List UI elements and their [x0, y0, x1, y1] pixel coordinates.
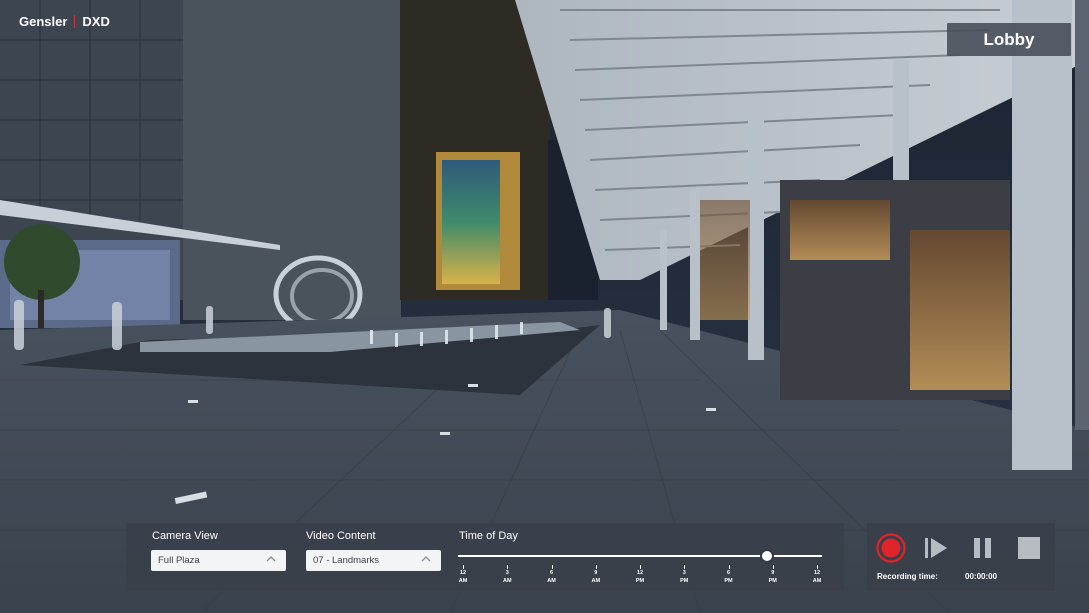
play-icon-bar	[925, 538, 928, 558]
video-content-dropdown[interactable]: 07 - Landmarks	[306, 550, 441, 571]
time-tick-mark	[507, 565, 509, 569]
time-tick-period: AM	[547, 577, 556, 584]
time-tick-label: 3 AM	[495, 570, 519, 585]
time-tick-label: 6 AM	[540, 570, 564, 585]
pause-icon	[985, 538, 991, 558]
time-tick-label: 3 PM	[672, 570, 696, 585]
time-tick-hour: 6	[726, 570, 731, 576]
brand-company: Gensler	[19, 14, 68, 29]
play-button[interactable]	[924, 536, 948, 560]
time-tick-hour: 12	[459, 570, 467, 576]
pause-icon-left	[974, 538, 980, 558]
plaza-3d-viewport[interactable]	[0, 0, 1089, 613]
time-tick-mark	[684, 565, 686, 569]
time-tick-mark	[817, 565, 818, 569]
time-tick-period: PM	[635, 577, 645, 584]
stop-button[interactable]	[1017, 536, 1041, 560]
time-tick-mark	[463, 565, 464, 569]
time-tick-mark	[551, 565, 553, 569]
time-tick-mark	[595, 565, 597, 569]
time-tick-mark	[728, 565, 730, 569]
time-tick-period: AM	[502, 577, 512, 584]
time-of-day-label: Time of Day	[459, 530, 518, 542]
recording-time-label: Recording time:	[877, 572, 938, 581]
time-tick-hour: 12	[813, 570, 821, 576]
stop-icon	[1018, 537, 1040, 559]
camera-view-dropdown[interactable]: Full Plaza	[151, 550, 286, 571]
play-icon	[931, 538, 947, 558]
time-tick-label: 12 AM	[805, 570, 829, 585]
recording-time-value: 00:00:00	[965, 572, 998, 581]
video-content-value: 07 - Landmarks	[313, 555, 380, 566]
brand-separator	[74, 15, 76, 28]
time-tick-period: PM	[768, 577, 777, 584]
time-of-day-slider-thumb[interactable]	[760, 549, 775, 563]
control-panel: Camera View Full Plaza Video Content 07 …	[126, 523, 844, 591]
pause-button[interactable]	[972, 536, 994, 560]
brand-logo: Gensler DXD	[19, 14, 110, 29]
time-tick-period: AM	[458, 577, 468, 584]
recorder-panel: Recording time: 00:00:00	[867, 523, 1055, 591]
chevron-up-icon	[421, 556, 431, 562]
time-tick-period: AM	[591, 577, 601, 584]
time-tick-period: PM	[680, 577, 689, 584]
time-tick-mark	[772, 565, 774, 569]
location-label: Lobby	[947, 23, 1071, 56]
record-button[interactable]	[876, 533, 906, 563]
time-tick-period: PM	[724, 577, 733, 584]
camera-view-value: Full Plaza	[158, 555, 200, 566]
time-tick-hour: 3	[505, 570, 509, 576]
time-tick-label: 9 AM	[584, 570, 608, 585]
time-tick-hour: 9	[594, 570, 598, 576]
time-tick-hour: 6	[549, 570, 554, 576]
time-tick-hour: 9	[771, 570, 775, 576]
time-tick-hour: 3	[682, 570, 686, 576]
record-icon	[881, 538, 901, 558]
camera-view-label: Camera View	[152, 530, 218, 542]
chevron-up-icon	[266, 556, 276, 562]
time-tick-period: AM	[812, 577, 822, 584]
time-tick-hour: 12	[636, 570, 644, 576]
time-tick-label: 9 PM	[761, 570, 785, 585]
brand-division: DXD	[82, 14, 110, 29]
time-tick-label: 12 PM	[628, 570, 652, 585]
time-tick-mark	[640, 565, 641, 569]
video-content-label: Video Content	[306, 530, 376, 542]
time-tick-label: 6 PM	[717, 570, 741, 585]
time-tick-label: 12 AM	[451, 570, 475, 585]
